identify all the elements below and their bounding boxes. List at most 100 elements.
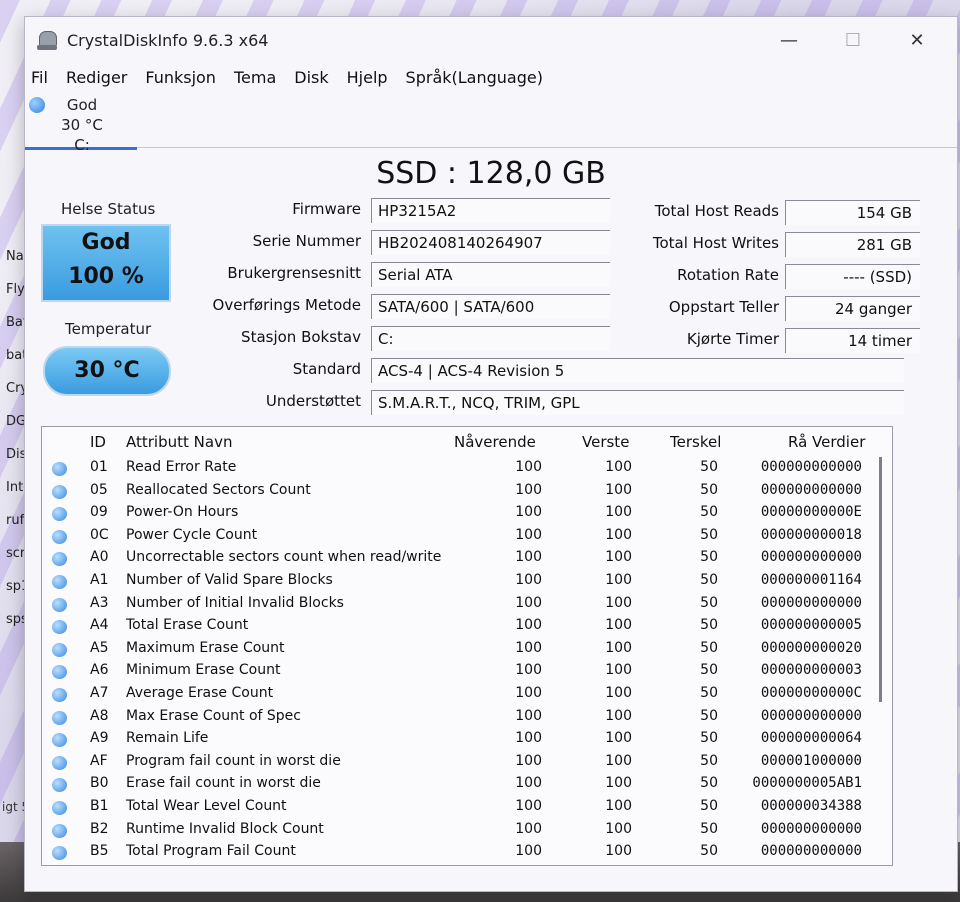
drive-selector-bar: God 30 °C C:	[25, 91, 957, 154]
row-current: 100	[515, 662, 542, 679]
host-reads-value: 154 GB	[785, 200, 920, 225]
status-dot-icon	[52, 574, 67, 589]
power-on-hours-label: Kjørte Timer	[686, 330, 779, 348]
maximize-button[interactable]: ☐	[821, 17, 885, 63]
disk-title: SSD : 128,0 GB	[376, 156, 606, 191]
row-current: 100	[515, 639, 542, 656]
row-worst: 100	[605, 707, 632, 724]
row-threshold: 50	[700, 707, 718, 724]
row-id: B1	[90, 797, 109, 814]
title-bar[interactable]: CrystalDiskInfo 9.6.3 x64 — ☐ ✕	[25, 17, 957, 63]
row-raw: 000000000000	[760, 481, 862, 498]
row-id: A0	[90, 549, 109, 566]
status-dot-icon	[52, 733, 67, 748]
menu-language[interactable]: Språk(Language)	[406, 68, 543, 87]
header-raw[interactable]: Rå Verdier	[788, 433, 865, 451]
row-id: A7	[90, 684, 109, 701]
table-row[interactable]: A5 Maximum Erase Count 100 100 50 00000000002…	[42, 638, 892, 661]
row-threshold: 50	[700, 820, 718, 837]
temperature-label: Temperatur	[65, 320, 152, 338]
row-name: Power-On Hours	[126, 504, 239, 521]
table-scrollbar[interactable]	[879, 457, 882, 702]
table-row[interactable]: A4 Total Erase Count 100 100 50 000000000005	[42, 615, 892, 638]
row-threshold: 50	[700, 481, 718, 498]
row-raw: 000000000000	[760, 549, 862, 566]
row-threshold: 50	[700, 526, 718, 543]
table-row[interactable]: A6 Minimum Erase Count 100 100 50 00000000000…	[42, 660, 892, 683]
row-raw: 000000000000	[760, 843, 862, 860]
row-threshold: 50	[700, 504, 718, 521]
row-current: 100	[515, 820, 542, 837]
status-dot-icon	[52, 620, 67, 635]
row-threshold: 50	[700, 571, 718, 588]
row-current: 100	[515, 594, 542, 611]
table-row[interactable]: A0 Uncorrectable sectors count when read/…	[42, 547, 892, 570]
table-row[interactable]: B5 Total Program Fail Count 100 100 50 000000…	[42, 841, 892, 864]
menu-theme[interactable]: Tema	[234, 68, 276, 87]
status-dot-icon	[52, 665, 67, 680]
table-row[interactable]: A1 Number of Valid Spare Blocks 100 100 50 00…	[42, 570, 892, 593]
host-reads-label: Total Host Reads	[654, 202, 779, 220]
disk-details: SSD : 128,0 GB Helse Status God 100 % Te…	[25, 148, 957, 888]
row-id: B0	[90, 775, 109, 792]
row-current: 100	[515, 459, 542, 475]
table-row[interactable]: B2 Runtime Invalid Block Count 100 100 50 000…	[42, 819, 892, 842]
temperature-value[interactable]: 30 °C	[43, 346, 171, 396]
row-threshold: 50	[700, 459, 718, 475]
header-threshold[interactable]: Terskel	[670, 433, 721, 451]
firmware-label: Firmware	[292, 200, 361, 218]
header-id[interactable]: ID	[90, 433, 106, 451]
table-row[interactable]: 05 Reallocated Sectors Count 100 100 50 00000…	[42, 480, 892, 503]
row-id: A4	[90, 617, 109, 634]
table-row[interactable]: A9 Remain Life 100 100 50 000000000064	[42, 728, 892, 751]
smart-attributes-table[interactable]: ID Attributt Navn Nåverende Verste Tersk…	[41, 426, 893, 866]
row-threshold: 50	[700, 594, 718, 611]
drive-tab-c[interactable]: God 30 °C C:	[25, 91, 137, 154]
menu-disk[interactable]: Disk	[294, 68, 328, 87]
row-name: Average Erase Count	[126, 684, 274, 701]
info-features: Understøttet S.M.A.R.T., NCQ, TRIM, GPL	[195, 390, 905, 416]
row-current: 100	[515, 797, 542, 814]
row-name: Number of Initial Invalid Blocks	[126, 594, 344, 611]
menu-help[interactable]: Hjelp	[347, 68, 388, 87]
row-threshold: 50	[700, 684, 718, 701]
row-threshold: 50	[700, 730, 718, 747]
row-current: 100	[515, 707, 542, 724]
table-row[interactable]: AF Program fail count in worst die 100 100 5…	[42, 751, 892, 774]
status-dot-icon	[52, 642, 67, 657]
table-row[interactable]: 01 Read Error Rate 100 100 50 000000000000	[42, 457, 892, 480]
header-worst[interactable]: Verste	[582, 433, 629, 451]
firmware-value: HP3215A2	[371, 198, 610, 223]
row-worst: 100	[605, 594, 632, 611]
transfer-mode-value: SATA/600 | SATA/600	[371, 294, 610, 319]
table-row[interactable]: A7 Average Erase Count 100 100 50 00000000000…	[42, 683, 892, 706]
minimize-button[interactable]: —	[757, 17, 821, 63]
table-row[interactable]: 09 Power-On Hours 100 100 50 00000000000E	[42, 502, 892, 525]
row-name: Total Erase Count	[126, 617, 249, 634]
table-row[interactable]: 0C Power Cycle Count 100 100 50 000000000018	[42, 525, 892, 548]
row-name: Erase fail count in worst die	[126, 775, 321, 792]
header-name[interactable]: Attributt Navn	[126, 433, 232, 451]
table-row[interactable]: B0 Erase fail count in worst die 100 100 50 0…	[42, 773, 892, 796]
drive-tab-temp: 30 °C	[61, 116, 103, 134]
health-status-label: Helse Status	[61, 200, 156, 218]
status-dot-icon	[52, 778, 67, 793]
health-status-panel[interactable]: God 100 %	[41, 224, 171, 302]
header-current[interactable]: Nåverende	[454, 433, 536, 451]
menu-edit[interactable]: Rediger	[66, 68, 127, 87]
table-row[interactable]: B1 Total Wear Level Count 100 100 50 00000003…	[42, 796, 892, 819]
row-name: Power Cycle Count	[126, 526, 258, 543]
table-row[interactable]: A3 Number of Initial Invalid Blocks 100 100…	[42, 593, 892, 616]
menu-file[interactable]: Fil	[31, 68, 48, 87]
close-button[interactable]: ✕	[885, 17, 949, 63]
row-raw: 000000000020	[760, 639, 862, 656]
status-dot-icon	[52, 484, 67, 499]
row-id: A1	[90, 571, 109, 588]
row-worst: 100	[605, 617, 632, 634]
menu-function[interactable]: Funksjon	[145, 68, 216, 87]
serial-label: Serie Nummer	[252, 232, 361, 250]
table-row[interactable]: A8 Max Erase Count of Spec 100 100 50 0000000…	[42, 706, 892, 729]
row-raw: 000000034388	[760, 797, 862, 814]
row-threshold: 50	[700, 617, 718, 634]
row-name: Maximum Erase Count	[126, 639, 285, 656]
